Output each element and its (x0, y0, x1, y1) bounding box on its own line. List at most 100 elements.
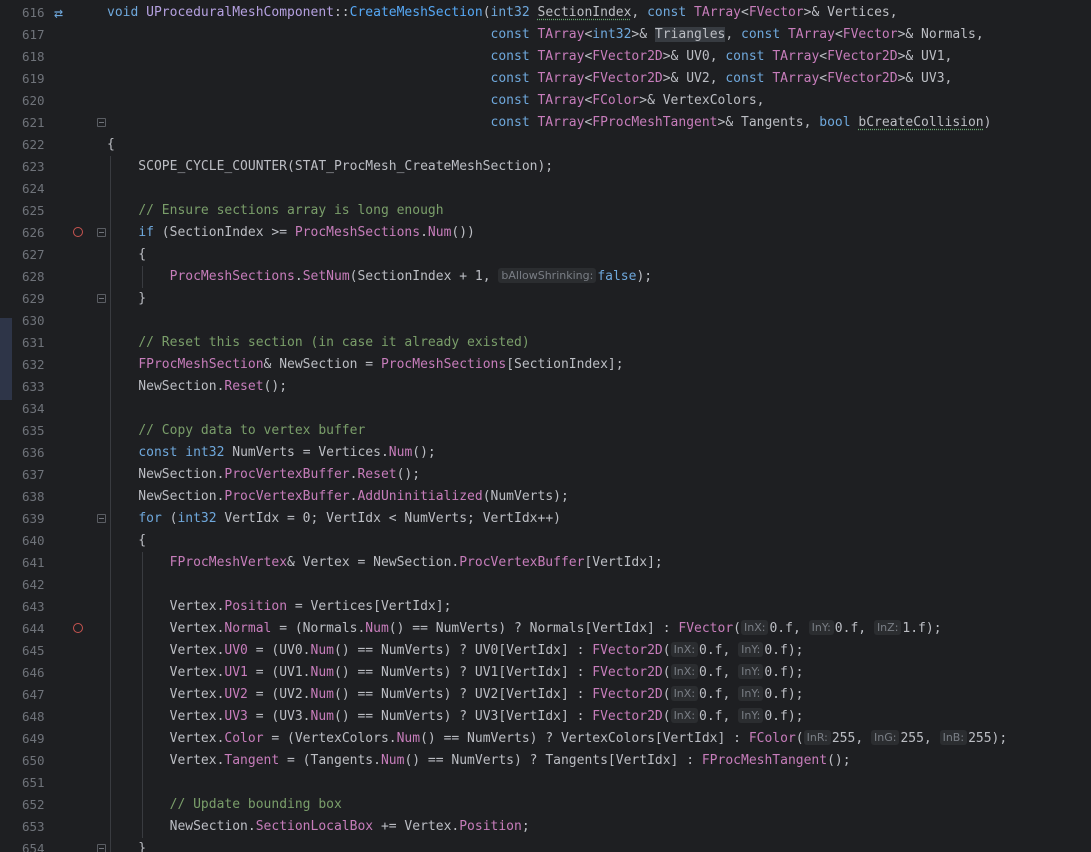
code-line[interactable]: 652 // Update bounding box (0, 794, 1091, 816)
indent-guide (110, 398, 111, 420)
code-text[interactable]: FProcMeshSection& NewSection = ProcMeshS… (107, 354, 623, 376)
code-text[interactable]: Vertex.UV3 = (UV3.Num() == NumVerts) ? U… (107, 706, 804, 728)
line-number: 648 (22, 709, 45, 724)
code-line[interactable]: 650 Vertex.Tangent = (Tangents.Num() == … (0, 750, 1091, 772)
fold-toggle-icon[interactable] (97, 844, 106, 852)
code-editor[interactable]: 616 ⇄ void UProceduralMeshComponent::Creat… (0, 0, 1091, 852)
code-line[interactable]: 624 (0, 178, 1091, 200)
code-text[interactable]: { (107, 244, 146, 266)
code-text[interactable]: for (int32 VertIdx = 0; VertIdx < NumVer… (107, 508, 561, 530)
code-line[interactable]: 643 Vertex.Position = Vertices[VertIdx]; (0, 596, 1091, 618)
code-line[interactable]: 649 Vertex.Color = (VertexColors.Num() =… (0, 728, 1091, 750)
code-text[interactable]: // Reset this section (in case it alread… (107, 332, 529, 354)
code-line[interactable]: 631 // Reset this section (in case it al… (0, 332, 1091, 354)
code-text[interactable]: const TArray<FVector2D>& UV2, const TArr… (107, 68, 953, 90)
code-text[interactable]: const TArray<FProcMeshTangent>& Tangents… (107, 112, 992, 134)
code-line[interactable]: 625 // Ensure sections array is long eno… (0, 200, 1091, 222)
code-line[interactable]: 637 NewSection.ProcVertexBuffer.Reset(); (0, 464, 1091, 486)
line-number: 651 (22, 775, 45, 790)
code-line[interactable]: 618 const TArray<FVector2D>& UV0, const … (0, 46, 1091, 68)
code-line[interactable]: 627 { (0, 244, 1091, 266)
code-line[interactable]: 634 (0, 398, 1091, 420)
code-text[interactable]: } (107, 288, 146, 310)
line-number: 642 (22, 577, 45, 592)
code-line[interactable]: 626 if (SectionIndex >= ProcMeshSections… (0, 222, 1091, 244)
code-line[interactable]: 642 (0, 574, 1091, 596)
fold-toggle-icon[interactable] (97, 514, 106, 523)
code-line[interactable]: 640 { (0, 530, 1091, 552)
line-number: 645 (22, 643, 45, 658)
line-number: 628 (22, 269, 45, 284)
code-line[interactable]: 619 const TArray<FVector2D>& UV2, const … (0, 68, 1091, 90)
code-text[interactable]: // Copy data to vertex buffer (107, 420, 365, 442)
code-line[interactable]: 620 const TArray<FColor>& VertexColors, (0, 90, 1091, 112)
code-text[interactable]: NewSection.SectionLocalBox += Vertex.Pos… (107, 816, 530, 838)
code-text[interactable]: { (107, 134, 115, 156)
code-line[interactable]: 644 Vertex.Normal = (Normals.Num() == Nu… (0, 618, 1091, 640)
code-text[interactable]: void UProceduralMeshComponent::CreateMes… (107, 2, 898, 24)
code-text[interactable]: if (SectionIndex >= ProcMeshSections.Num… (107, 222, 475, 244)
code-line[interactable]: 636 const int32 NumVerts = Vertices.Num(… (0, 442, 1091, 464)
code-text[interactable]: Vertex.Normal = (Normals.Num() == NumVer… (107, 618, 942, 640)
code-line[interactable]: 633 NewSection.Reset(); (0, 376, 1091, 398)
code-line[interactable]: 639 for (int32 VertIdx = 0; VertIdx < Nu… (0, 508, 1091, 530)
code-line[interactable]: 651 (0, 772, 1091, 794)
indent-guide (110, 574, 111, 596)
line-number: 632 (22, 357, 45, 372)
line-number: 650 (22, 753, 45, 768)
code-text[interactable]: Vertex.Position = Vertices[VertIdx]; (107, 596, 452, 618)
code-text[interactable]: // Ensure sections array is long enough (107, 200, 443, 222)
code-text[interactable]: NewSection.Reset(); (107, 376, 287, 398)
code-text[interactable]: FProcMeshVertex& Vertex = NewSection.Pro… (107, 552, 663, 574)
line-number: 630 (22, 313, 45, 328)
code-line[interactable]: 645 Vertex.UV0 = (UV0.Num() == NumVerts)… (0, 640, 1091, 662)
code-text[interactable]: // Update bounding box (107, 794, 342, 816)
indent-guide (142, 772, 143, 794)
code-line[interactable]: 628 ProcMeshSections.SetNum(SectionIndex… (0, 266, 1091, 288)
code-line[interactable]: 647 Vertex.UV2 = (UV2.Num() == NumVerts)… (0, 684, 1091, 706)
code-line[interactable]: 622 { (0, 134, 1091, 156)
line-number: 621 (22, 115, 45, 130)
line-number: 618 (22, 49, 45, 64)
code-line[interactable]: 654 } (0, 838, 1091, 852)
code-text[interactable]: Vertex.UV0 = (UV0.Num() == NumVerts) ? U… (107, 640, 804, 662)
code-line[interactable]: 617 const TArray<int32>& Triangles, cons… (0, 24, 1091, 46)
code-text[interactable]: Vertex.UV2 = (UV2.Num() == NumVerts) ? U… (107, 684, 804, 706)
code-text[interactable]: Vertex.Color = (VertexColors.Num() == Nu… (107, 728, 1007, 750)
code-text[interactable]: const TArray<int32>& Triangles, const TA… (107, 24, 984, 46)
indent-guide (142, 574, 143, 596)
fold-toggle-icon[interactable] (97, 294, 106, 303)
fold-toggle-icon[interactable] (97, 228, 106, 237)
code-line[interactable]: 646 Vertex.UV1 = (UV1.Num() == NumVerts)… (0, 662, 1091, 684)
line-number: 623 (22, 159, 45, 174)
code-line[interactable]: 623 SCOPE_CYCLE_COUNTER(STAT_ProcMesh_Cr… (0, 156, 1091, 178)
code-text[interactable]: const int32 NumVerts = Vertices.Num(); (107, 442, 435, 464)
breakpoint-icon[interactable] (73, 623, 83, 633)
code-line[interactable]: 648 Vertex.UV3 = (UV3.Num() == NumVerts)… (0, 706, 1091, 728)
code-text[interactable]: NewSection.ProcVertexBuffer.Reset(); (107, 464, 420, 486)
code-line[interactable]: 641 FProcMeshVertex& Vertex = NewSection… (0, 552, 1091, 574)
code-text[interactable]: const TArray<FVector2D>& UV0, const TArr… (107, 46, 953, 68)
code-text[interactable]: NewSection.ProcVertexBuffer.AddUninitial… (107, 486, 569, 508)
code-text[interactable]: Vertex.UV1 = (UV1.Num() == NumVerts) ? U… (107, 662, 804, 684)
line-number: 634 (22, 401, 45, 416)
code-line[interactable]: 635 // Copy data to vertex buffer (0, 420, 1091, 442)
code-text[interactable]: SCOPE_CYCLE_COUNTER(STAT_ProcMesh_Create… (107, 156, 553, 178)
fold-toggle-icon[interactable] (97, 118, 106, 127)
code-text[interactable]: const TArray<FColor>& VertexColors, (107, 90, 765, 112)
navigate-declaration-icon[interactable]: ⇄ (54, 2, 63, 24)
code-text[interactable]: { (107, 530, 146, 552)
code-line[interactable]: 630 (0, 310, 1091, 332)
code-line[interactable]: 632 FProcMeshSection& NewSection = ProcM… (0, 354, 1091, 376)
line-number: 620 (22, 93, 45, 108)
code-text[interactable]: ProcMeshSections.SetNum(SectionIndex + 1… (107, 266, 652, 288)
breakpoint-icon[interactable] (73, 227, 83, 237)
code-line[interactable]: 621 const TArray<FProcMeshTangent>& Tang… (0, 112, 1091, 134)
code-text[interactable]: Vertex.Tangent = (Tangents.Num() == NumV… (107, 750, 851, 772)
code-text[interactable]: } (107, 838, 146, 852)
code-line[interactable]: 629 } (0, 288, 1091, 310)
line-number: 633 (22, 379, 45, 394)
code-line[interactable]: 616 ⇄ void UProceduralMeshComponent::Creat… (0, 2, 1091, 24)
code-line[interactable]: 638 NewSection.ProcVertexBuffer.AddUnini… (0, 486, 1091, 508)
code-line[interactable]: 653 NewSection.SectionLocalBox += Vertex… (0, 816, 1091, 838)
